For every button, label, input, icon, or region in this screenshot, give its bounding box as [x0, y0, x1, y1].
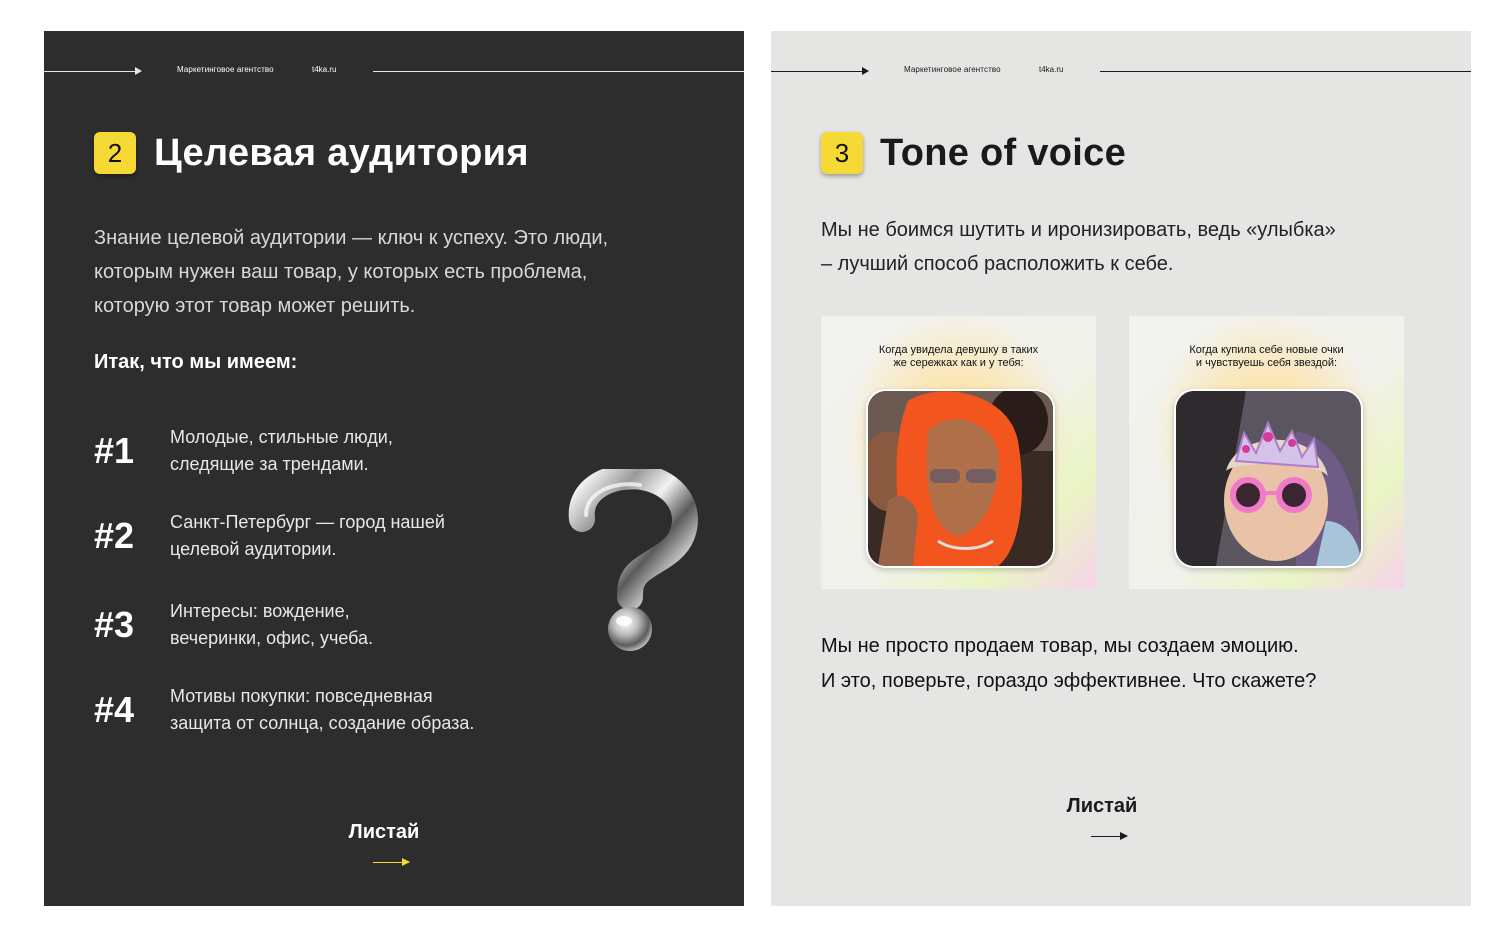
caption-line: же сережках как и у тебя: [893, 357, 1024, 369]
caption-line: и чувствуешь себя звездой: [1195, 357, 1338, 369]
swipe-button[interactable]: Листай [1042, 795, 1162, 818]
agency-label: Маркетинговое агентство [177, 65, 274, 74]
list-item: #3 Интересы: вождение, вечеринки, офис, … [94, 598, 554, 658]
intro-line: Мы не боимся шутить и иронизировать, вед… [821, 219, 1336, 241]
header-arrow-icon [771, 71, 867, 72]
slide-number-badge: 3 [821, 132, 863, 174]
intro-paragraph: Знание целевой аудитории — ключ к успеху… [94, 221, 608, 323]
item-text: Молодые, стильные люди, следящие за трен… [170, 424, 393, 478]
meme-caption: Когда увидела девушку в таких же сережка… [841, 344, 1076, 370]
item-line: Санкт-Петербург — город нашей [170, 512, 445, 532]
slide-header: Маркетинговое агентство t4ka.ru [44, 65, 744, 79]
woman-orange-hair-image [868, 391, 1053, 566]
item-line: защита от солнца, создание образа. [170, 713, 475, 733]
header-divider [373, 71, 744, 72]
meme-card: Когда увидела девушку в таких же сережка… [821, 316, 1096, 589]
header-arrow-head [135, 67, 142, 75]
item-number: #4 [94, 689, 135, 730]
item-number: #3 [94, 604, 135, 645]
swipe-arrow-icon[interactable] [1091, 832, 1128, 840]
item-text: Интересы: вождение, вечеринки, офис, уче… [170, 598, 373, 652]
meme-caption: Когда купила себе новые очки и чувствуеш… [1149, 344, 1384, 370]
item-line: следящие за трендами. [170, 454, 369, 474]
site-link[interactable]: t4ka.ru [312, 65, 336, 74]
slide-title: Tone of voice [880, 132, 1127, 174]
intro-line: которым нужен ваш товар, у которых есть … [94, 261, 588, 283]
slide-target-audience: Маркетинговое агентство t4ka.ru 2 Целева… [44, 31, 744, 906]
closing-paragraph: Мы не просто продаем товар, мы создаем э… [821, 629, 1316, 699]
list-item: #4 Мотивы покупки: повседневная защита о… [94, 683, 554, 743]
slide-header: Маркетинговое агентство t4ka.ru [771, 65, 1471, 79]
intro-line: – лучший способ расположить к себе. [821, 253, 1174, 275]
girl-tiara-image [1176, 391, 1361, 566]
item-line: целевой аудитории. [170, 539, 337, 559]
item-line: Молодые, стильные люди, [170, 427, 393, 447]
item-line: Мотивы покупки: повседневная [170, 686, 433, 706]
list-item: #2 Санкт-Петербург — город нашей целевой… [94, 509, 554, 569]
swipe-button[interactable]: Листай [324, 821, 444, 844]
header-divider [1100, 71, 1471, 72]
intro-line: которую этот товар может решить. [94, 295, 416, 317]
site-link[interactable]: t4ka.ru [1039, 65, 1063, 74]
meme-photo [866, 389, 1055, 568]
intro-line: Знание целевой аудитории — ключ к успеху… [94, 227, 609, 249]
closing-line: И это, поверьте, гораздо эффективнее. Чт… [821, 670, 1317, 692]
closing-line: Мы не просто продаем товар, мы создаем э… [821, 635, 1299, 657]
caption-line: Когда увидела девушку в таких [878, 344, 1039, 356]
slide-tone-of-voice: Маркетинговое агентство t4ka.ru 3 Tone o… [771, 31, 1471, 906]
item-number: #2 [94, 515, 135, 556]
item-text: Мотивы покупки: повседневная защита от с… [170, 683, 474, 737]
header-arrow-head [862, 67, 869, 75]
intro-paragraph: Мы не боимся шутить и иронизировать, вед… [821, 213, 1336, 281]
item-number: #1 [94, 430, 135, 471]
caption-line: Когда купила себе новые очки [1189, 344, 1344, 356]
question-mark-3d-icon [568, 469, 698, 651]
slide-number-badge: 2 [94, 132, 136, 174]
meme-card: Когда купила себе новые очки и чувствуеш… [1129, 316, 1404, 589]
meme-photo [1174, 389, 1363, 568]
list-item: #1 Молодые, стильные люди, следящие за т… [94, 424, 554, 484]
agency-label: Маркетинговое агентство [904, 65, 1001, 74]
slide-title: Целевая аудитория [154, 132, 529, 174]
header-arrow-icon [44, 71, 140, 72]
item-line: Интересы: вождение, [170, 601, 350, 621]
swipe-arrow-icon[interactable] [373, 858, 410, 866]
item-line: вечеринки, офис, учеба. [170, 628, 374, 648]
subheading: Итак, что мы имеем: [94, 351, 298, 373]
item-text: Санкт-Петербург — город нашей целевой ау… [170, 509, 445, 563]
